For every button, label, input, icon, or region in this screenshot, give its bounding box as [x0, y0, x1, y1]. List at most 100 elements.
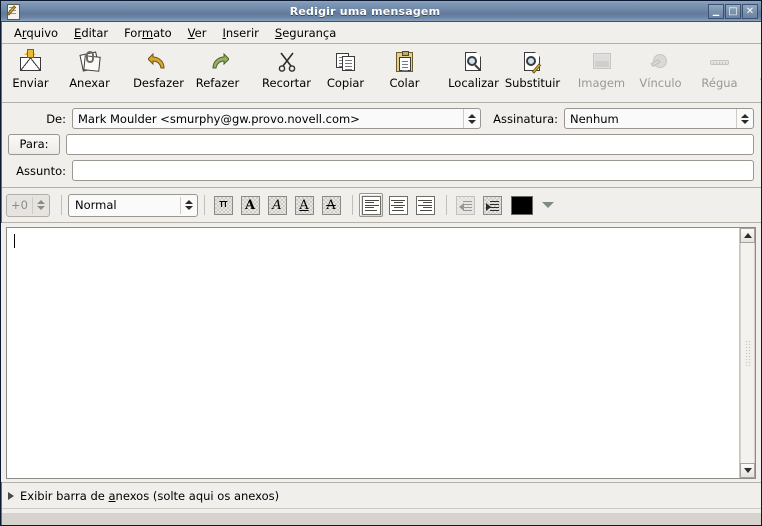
format-separator [446, 195, 447, 215]
from-label: De: [46, 111, 66, 126]
bold-button[interactable]: A [238, 193, 262, 217]
maximize-icon: □ [728, 5, 738, 17]
toolbar-label: Substituir [504, 76, 561, 90]
signature-dropdown[interactable]: Nenhum [564, 108, 754, 129]
italic-button[interactable]: A [265, 193, 289, 217]
from-identity-dropdown[interactable]: Mark Moulder <smurphy@gw.provo.novell.co… [72, 108, 482, 129]
paragraph-style-spinner-icon[interactable] [180, 196, 197, 214]
toolbar-label: Imagem [577, 76, 626, 90]
from-identity-value: Mark Moulder <smurphy@gw.provo.novell.co… [78, 111, 360, 126]
subject-label: Assunto: [16, 163, 66, 178]
toolbar-label: Régua [701, 76, 738, 90]
scroll-down-button[interactable] [740, 463, 755, 478]
toolbar-button-refazer[interactable]: Refazer [188, 47, 247, 91]
compose-document-pencil-icon [4, 2, 22, 20]
underline-button[interactable]: A [292, 193, 316, 217]
signature-value: Nenhum [570, 111, 619, 126]
toolbar-label: Vínculo [639, 76, 682, 90]
scrollbar-track[interactable] [740, 243, 755, 463]
send-envelope-icon [18, 49, 44, 74]
menu-ver[interactable]: Ver [180, 24, 215, 42]
strikethrough-button[interactable]: A [319, 193, 343, 217]
message-body-input[interactable] [7, 228, 739, 478]
scroll-up-icon [743, 233, 752, 238]
toolbar-label: Recortar [262, 76, 311, 90]
align-right-button[interactable] [413, 193, 437, 217]
horizontal-rule-icon [707, 49, 733, 74]
attach-clip-icon [77, 49, 103, 74]
font-size-spinner-icon[interactable] [32, 196, 49, 214]
toolbar-button-recortar[interactable]: Recortar [257, 47, 316, 91]
toolbar-button-imagem: Imagem [572, 47, 631, 91]
menu-inserir[interactable]: Inserir [214, 24, 266, 42]
align-center-icon [388, 195, 408, 215]
main-toolbar: Enviar Anexar Desfazer Refazer Recortar … [1, 44, 761, 103]
toolbar-label: Colar [389, 76, 420, 90]
scissors-icon [274, 49, 300, 74]
status-line [1, 508, 761, 513]
title-bar[interactable]: Redigir uma mensagem _ □ ✕ [1, 1, 761, 22]
menu-arquivo[interactable]: Arquivo [6, 24, 66, 42]
toolbar-button-substituir[interactable]: Substituir [503, 47, 562, 91]
menu-formato[interactable]: Formato [116, 24, 180, 42]
subject-row: Assunto: [8, 160, 754, 181]
signature-label: Assinatura: [493, 111, 558, 126]
toolbar-button-colar[interactable]: Colar [375, 47, 434, 91]
editor-frame [6, 227, 756, 479]
close-button[interactable]: ✕ [742, 3, 758, 19]
toolbar-button-anexar[interactable]: Anexar [60, 47, 119, 91]
text-color-swatch[interactable] [511, 195, 533, 215]
fixed-width-button[interactable]: TT [211, 193, 235, 217]
toolbar-button-desfazer[interactable]: Desfazer [129, 47, 188, 91]
message-header-fields: De: Mark Moulder <smurphy@gw.provo.novel… [1, 103, 761, 188]
toolbar-label: Desfazer [133, 76, 184, 90]
find-magnifier-icon [461, 49, 487, 74]
menu-editar[interactable]: Editar [66, 24, 116, 42]
toolbar-button-vinculo: Vínculo [631, 47, 690, 91]
font-size-stepper[interactable]: +0 [6, 193, 50, 217]
toolbar-button-localizar[interactable]: Localizar [444, 47, 503, 91]
copy-pages-icon [333, 49, 359, 74]
chevron-down-icon[interactable] [542, 202, 554, 208]
menu-seguranca[interactable]: Segurança [267, 24, 344, 42]
decrease-indent-icon [455, 195, 475, 215]
toolbar-label: Anexar [69, 76, 110, 90]
underline-icon: A [294, 195, 314, 215]
attachment-bar-label: Exibir barra de anexos (solte aqui os an… [20, 488, 280, 503]
increase-indent-button[interactable] [480, 193, 504, 217]
scroll-down-icon [743, 468, 752, 473]
window-title: Redigir uma mensagem [289, 4, 441, 18]
subject-input[interactable] [72, 160, 754, 181]
align-left-button[interactable] [359, 193, 383, 217]
editor-vertical-scrollbar[interactable] [739, 228, 755, 478]
image-icon [589, 49, 615, 74]
font-size-value: +0 [11, 198, 28, 212]
paragraph-style-dropdown[interactable]: Normal [68, 193, 198, 217]
from-dropdown-spinner-icon[interactable] [463, 109, 480, 128]
paragraph-style-value: Normal [75, 198, 117, 212]
scroll-up-button[interactable] [740, 228, 755, 243]
toolbar-label: Copiar [326, 76, 365, 90]
to-recipient-type-button[interactable]: Para: [8, 134, 60, 155]
toolbar-button-tabela: Tabela [749, 47, 761, 91]
signature-dropdown-spinner-icon[interactable] [736, 109, 753, 128]
format-separator [352, 195, 353, 215]
toolbar-button-regua: Régua [690, 47, 749, 91]
minimize-button[interactable]: _ [708, 3, 724, 19]
format-separator [61, 195, 62, 215]
strikethrough-icon: A [321, 195, 341, 215]
replace-pencil-icon [520, 49, 546, 74]
fixed-width-icon: TT [213, 195, 233, 215]
attachment-bar[interactable]: Exibir barra de anexos (solte aqui os an… [1, 482, 761, 508]
maximize-button[interactable]: □ [725, 3, 741, 19]
toolbar-button-copiar[interactable]: Copiar [316, 47, 375, 91]
format-separator [204, 195, 205, 215]
from-row: De: Mark Moulder <smurphy@gw.provo.novel… [8, 108, 754, 129]
to-input[interactable] [66, 134, 754, 155]
italic-icon: A [267, 195, 287, 215]
toolbar-label: Refazer [195, 76, 240, 90]
align-right-icon [415, 195, 435, 215]
toolbar-button-enviar[interactable]: Enviar [1, 47, 60, 91]
align-center-button[interactable] [386, 193, 410, 217]
formatting-toolbar: +0 Normal TT A A A A [1, 188, 761, 223]
